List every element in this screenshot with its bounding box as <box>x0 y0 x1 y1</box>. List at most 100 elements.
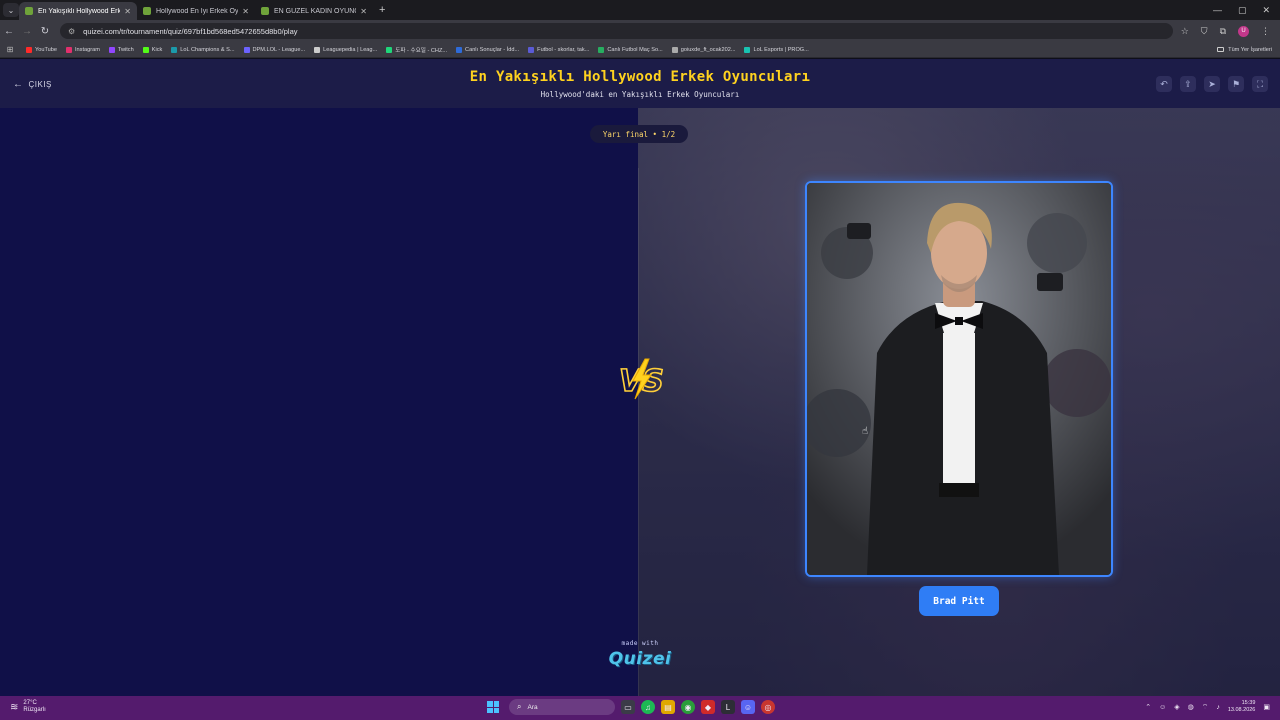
bookmark-item[interactable]: YouTube <box>26 46 57 53</box>
weather-widget[interactable]: ≋ 27°C Rüzgarlı <box>10 700 46 714</box>
candidate-name-button[interactable]: Brad Pitt <box>919 586 999 616</box>
clock[interactable]: 15:39 13.08.2026 <box>1228 700 1256 714</box>
discord-tray-icon[interactable]: ☺ <box>1159 704 1166 711</box>
quizei-logo[interactable]: Quizei <box>600 649 680 669</box>
stage-badge: Yarı final • 1/2 <box>590 125 688 143</box>
tab-favicon-icon <box>25 7 33 15</box>
bookmark-item[interactable]: Twitch <box>108 46 134 53</box>
hand-cursor-icon: ☝ <box>862 426 869 437</box>
browser-tabstrip: ⌄ En Yakışıklı Hollywood Erkek O ✕ Holly… <box>0 0 1280 20</box>
made-with-label: made with <box>621 640 659 647</box>
volume-icon[interactable]: ♪ <box>1216 704 1220 711</box>
tray-chevron-icon[interactable]: ⌃ <box>1145 703 1151 711</box>
bookmark-favicon-icon <box>142 46 149 53</box>
bookmark-star-icon[interactable]: ☆ <box>1181 26 1189 37</box>
app-red-icon[interactable]: ◆ <box>701 700 715 714</box>
bookmark-item[interactable]: LoL Esports | PROG... <box>744 46 809 53</box>
bookmark-item[interactable]: LoL Champions & S... <box>171 46 235 53</box>
undo-icon[interactable]: ↶ <box>1156 76 1172 92</box>
browser-menu-icon[interactable]: ⋮ <box>1261 26 1270 37</box>
bookmark-item[interactable]: Instagram <box>65 46 100 53</box>
bookmark-label: YouTube <box>35 46 57 53</box>
bookmark-label: Twitch <box>117 46 134 53</box>
spotify-icon[interactable]: ♫ <box>641 700 655 714</box>
bookmark-favicon-icon <box>744 46 751 53</box>
bookmark-label: Leaguepedia | Leag... <box>323 46 378 53</box>
quiz-toolbar: ↶ ⇪ ➤ ⚑ ⛶ <box>1156 76 1268 92</box>
tab-search-icon[interactable]: ⌄ <box>3 3 19 17</box>
left-candidate-panel[interactable] <box>0 108 638 696</box>
flag-icon[interactable]: ⚑ <box>1228 76 1244 92</box>
minimize-icon[interactable]: — <box>1213 5 1222 16</box>
notifications-icon[interactable]: ▣ <box>1263 703 1270 711</box>
bookmark-favicon-icon <box>456 46 463 53</box>
file-explorer-icon[interactable]: ▤ <box>661 700 675 714</box>
quiz-page: ← ÇIKIŞ En Yakışıklı Hollywood Erkek Oyu… <box>0 59 1280 696</box>
windows-start-icon[interactable] <box>487 701 499 713</box>
bookmark-item[interactable]: Leaguepedia | Leag... <box>314 46 378 53</box>
clock-time: 15:39 <box>1241 700 1256 706</box>
extensions-icon[interactable]: ⧉ <box>1220 26 1226 37</box>
bookmark-label: DPM.LOL - League... <box>252 46 306 53</box>
bookmark-favicon-icon <box>314 46 321 53</box>
new-tab-button[interactable]: + <box>379 4 385 16</box>
all-bookmarks-button[interactable]: Tüm Yer İşaretleri <box>1217 47 1280 53</box>
candidate-photo <box>807 183 1111 575</box>
back-icon[interactable]: ← <box>0 26 18 37</box>
app-circle-icon[interactable]: ◎ <box>761 700 775 714</box>
send-icon[interactable]: ➤ <box>1204 76 1220 92</box>
quiz-header: ← ÇIKIŞ En Yakışıklı Hollywood Erkek Oyu… <box>0 59 1280 108</box>
task-view-icon[interactable]: ▭ <box>621 700 635 714</box>
tab-close-icon[interactable]: ✕ <box>360 7 367 16</box>
tab-close-icon[interactable]: ✕ <box>242 7 249 16</box>
temperature: 27°C <box>23 700 37 706</box>
browser-tab-2[interactable]: Hollywood En İyi Erkek Oyuncu ✕ <box>137 2 255 20</box>
league-icon[interactable]: L <box>721 700 735 714</box>
apps-grid-icon[interactable]: ⊞ <box>2 45 18 54</box>
bookmark-favicon-icon <box>243 46 250 53</box>
chrome-icon[interactable]: ◉ <box>681 700 695 714</box>
address-bar: ← → ↻ ⚙ quizei.com/tr/tournament/quiz/69… <box>0 20 1280 42</box>
tab-title: EN GÜZEL KADIN OYUNCU KİM <box>274 7 356 15</box>
tab-title: En Yakışıklı Hollywood Erkek O <box>38 7 121 15</box>
taskbar-search[interactable]: ⌕ Ara <box>509 699 615 715</box>
system-tray: ⌃ ☺ ◈ ◍ ⌔ ♪ 15:39 13.08.2026 ▣ <box>1145 700 1270 714</box>
browser-tab-1[interactable]: En Yakışıklı Hollywood Erkek O ✕ <box>19 2 137 20</box>
folder-icon <box>1217 47 1225 52</box>
bookmark-item[interactable]: goiuxde_ft_ocak202... <box>671 46 735 53</box>
maximize-icon[interactable]: ▢ <box>1238 5 1247 16</box>
search-icon: ⌕ <box>517 702 522 711</box>
shield-icon[interactable]: ⛉ <box>1201 26 1208 37</box>
center-divider <box>638 168 639 696</box>
bookmark-label: Canlı Futbol Maç So... <box>607 46 663 53</box>
bookmark-favicon-icon <box>26 46 32 53</box>
candidate-card[interactable] <box>805 181 1113 577</box>
wind-icon: ≋ <box>10 701 19 713</box>
bookmark-item[interactable]: Futbol - skorlar, tak... <box>528 46 589 53</box>
bookmark-favicon-icon <box>528 46 535 53</box>
forward-icon[interactable]: → <box>18 26 36 37</box>
bookmark-favicon-icon <box>108 46 115 53</box>
bookmark-item[interactable]: Canlı Futbol Maç So... <box>598 46 663 53</box>
bookmark-favicon-icon <box>386 46 393 53</box>
share-icon[interactable]: ⇪ <box>1180 76 1196 92</box>
discord-icon[interactable]: ☺ <box>741 700 755 714</box>
app-tray-icon[interactable]: ◍ <box>1188 703 1194 711</box>
window-controls: — ▢ ✕ <box>1213 5 1280 16</box>
browser-tab-3[interactable]: EN GÜZEL KADIN OYUNCU KİM ✕ <box>255 2 373 20</box>
reload-icon[interactable]: ↻ <box>36 26 54 37</box>
site-info-icon[interactable]: ⚙ <box>68 27 75 36</box>
bookmark-item[interactable]: 도파 - 수요일 - CHZ... <box>386 46 447 54</box>
bookmark-item[interactable]: Canlı Sonuçlar - İdd... <box>456 46 519 53</box>
profile-avatar[interactable]: U <box>1238 25 1249 37</box>
wifi-icon[interactable]: ⌔ <box>1202 703 1209 712</box>
fullscreen-icon[interactable]: ⛶ <box>1252 76 1268 92</box>
close-window-icon[interactable]: ✕ <box>1262 5 1270 16</box>
url-field[interactable]: ⚙ quizei.com/tr/tournament/quiz/697bf1bd… <box>60 23 1173 39</box>
bookmark-item[interactable]: Kick <box>142 46 162 53</box>
network-icon[interactable]: ◈ <box>1174 703 1179 711</box>
page-title: En Yakışıklı Hollywood Erkek Oyuncuları <box>469 69 811 85</box>
tab-close-icon[interactable]: ✕ <box>124 7 131 16</box>
tab-favicon-icon <box>261 7 269 15</box>
bookmark-item[interactable]: DPM.LOL - League... <box>243 46 306 53</box>
